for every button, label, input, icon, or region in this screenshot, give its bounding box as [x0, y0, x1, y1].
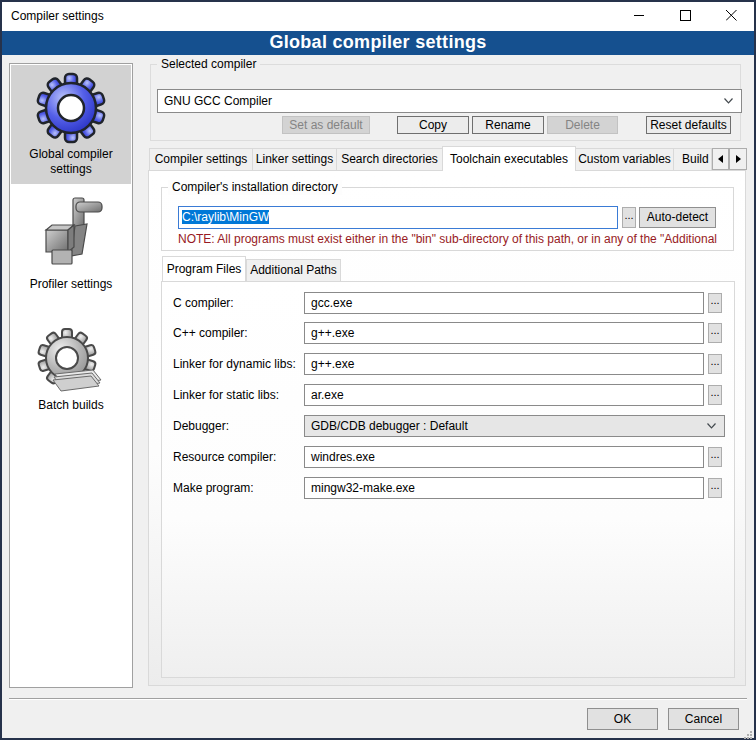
field-input[interactable]: windres.exe	[304, 446, 704, 468]
tab-linker-settings[interactable]: Linker settings	[252, 148, 337, 170]
cancel-button[interactable]: Cancel	[668, 708, 739, 730]
sidebar-item-global-compiler-settings[interactable]: Global compilersettings	[11, 65, 131, 184]
selected-text: C:\raylib\MinGW	[182, 210, 269, 224]
copy-button[interactable]: Copy	[397, 116, 469, 134]
sidebar-item-batch-builds[interactable]: Batch builds	[11, 316, 131, 424]
chevron-down-icon	[724, 98, 732, 106]
field-value: ar.exe	[311, 388, 344, 402]
tab-scroll-right-button[interactable]	[729, 148, 747, 170]
browse-button[interactable]: ...	[708, 447, 722, 467]
field-label: Linker for dynamic libs:	[173, 353, 296, 375]
field-label: Make program:	[173, 477, 254, 499]
field-label: Linker for static libs:	[173, 384, 279, 406]
field-input[interactable]: ar.exe	[304, 384, 704, 406]
ok-button[interactable]: OK	[587, 708, 658, 730]
tab-custom-variables[interactable]: Custom variables	[575, 148, 674, 170]
set-as-default-button[interactable]: Set as default	[282, 116, 370, 134]
blue-gear-icon	[34, 71, 108, 148]
debugger-select[interactable]: GDB/CDB debugger : Default	[304, 415, 725, 437]
delete-button[interactable]: Delete	[547, 116, 618, 134]
browse-button[interactable]: ...	[708, 478, 722, 498]
sidebar-item-label: Global compilersettings	[11, 147, 131, 177]
maximize-button[interactable]	[662, 2, 708, 31]
sidebar-item-label: Profiler settings	[11, 277, 131, 292]
tab-search-directories[interactable]: Search directories	[336, 148, 443, 170]
resize-grip[interactable]	[744, 728, 752, 736]
field-value: g++.exe	[311, 357, 354, 371]
field-input[interactable]: gcc.exe	[304, 292, 704, 314]
field-input[interactable]: g++.exe	[304, 353, 704, 375]
installation-directory-input[interactable]: C:\raylib\MinGW	[178, 206, 618, 229]
sidebar-item-label: Batch builds	[11, 398, 131, 413]
minimize-icon	[634, 10, 645, 24]
program-files-panel: C compiler: gcc.exe... C++ compiler: g++.ex…	[161, 281, 735, 678]
field-value: gcc.exe	[311, 296, 352, 310]
note-text: NOTE: All programs must exist either in …	[178, 232, 731, 246]
tab-build-options[interactable]: Build options	[673, 148, 712, 170]
title-bar[interactable]: Compiler settings	[2, 2, 754, 31]
field-input[interactable]: g++.exe	[304, 322, 704, 344]
minimize-button[interactable]	[616, 2, 662, 31]
field-label: Resource compiler:	[173, 446, 276, 468]
sidebar-item-profiler-settings[interactable]: Profiler settings	[11, 188, 131, 300]
tab-compiler-settings[interactable]: Compiler settings	[149, 148, 253, 170]
browse-directory-button[interactable]: ...	[622, 207, 636, 228]
field-label: C compiler:	[173, 292, 234, 314]
reset-defaults-button[interactable]: Reset defaults	[646, 116, 731, 134]
group-label: Selected compiler	[157, 57, 260, 72]
selected-compiler-group: Selected compiler GNU GCC Compiler Set a…	[150, 64, 741, 141]
rename-button[interactable]: Rename	[472, 116, 544, 134]
compiler-select-value: GNU GCC Compiler	[164, 94, 272, 108]
field-input[interactable]: mingw32-make.exe	[304, 477, 704, 499]
chevron-down-icon	[707, 423, 715, 431]
close-button[interactable]	[708, 2, 754, 31]
field-label: C++ compiler:	[173, 322, 248, 344]
field-value: windres.exe	[311, 450, 375, 464]
footer-separator	[9, 698, 747, 700]
field-value: mingw32-make.exe	[311, 481, 415, 495]
browse-button[interactable]: ...	[708, 293, 722, 313]
field-value: g++.exe	[311, 326, 354, 340]
browse-button[interactable]: ...	[708, 323, 722, 343]
settings-category-list: Global compilersettings	[9, 63, 133, 688]
toolchain-executables-panel: Compiler's installation directory C:\ray…	[148, 170, 746, 686]
close-icon	[726, 10, 737, 24]
gray-gear-stack-icon	[35, 328, 107, 397]
tab-toolchain-executables[interactable]: Toolchain executables	[442, 146, 576, 171]
browse-button[interactable]: ...	[708, 385, 722, 405]
browse-button[interactable]: ...	[708, 354, 722, 374]
field-label: Debugger:	[173, 415, 229, 437]
dialog-heading: Global compiler settings	[2, 31, 754, 55]
group-label: Compiler's installation directory	[168, 180, 342, 195]
compiler-select[interactable]: GNU GCC Compiler	[157, 89, 742, 113]
maximize-icon	[680, 10, 691, 24]
tab-scroll-left-button[interactable]	[712, 148, 729, 170]
caliper-tool-icon	[36, 196, 106, 269]
auto-detect-button[interactable]: Auto-detect	[639, 207, 716, 228]
window-title: Compiler settings	[11, 2, 104, 31]
compiler-settings-dialog: Compiler settings Global compiler settin…	[0, 0, 756, 740]
debugger-select-value: GDB/CDB debugger : Default	[311, 419, 468, 433]
tab-program-files[interactable]: Program Files	[162, 256, 246, 281]
tab-additional-paths[interactable]: Additional Paths	[246, 259, 341, 281]
